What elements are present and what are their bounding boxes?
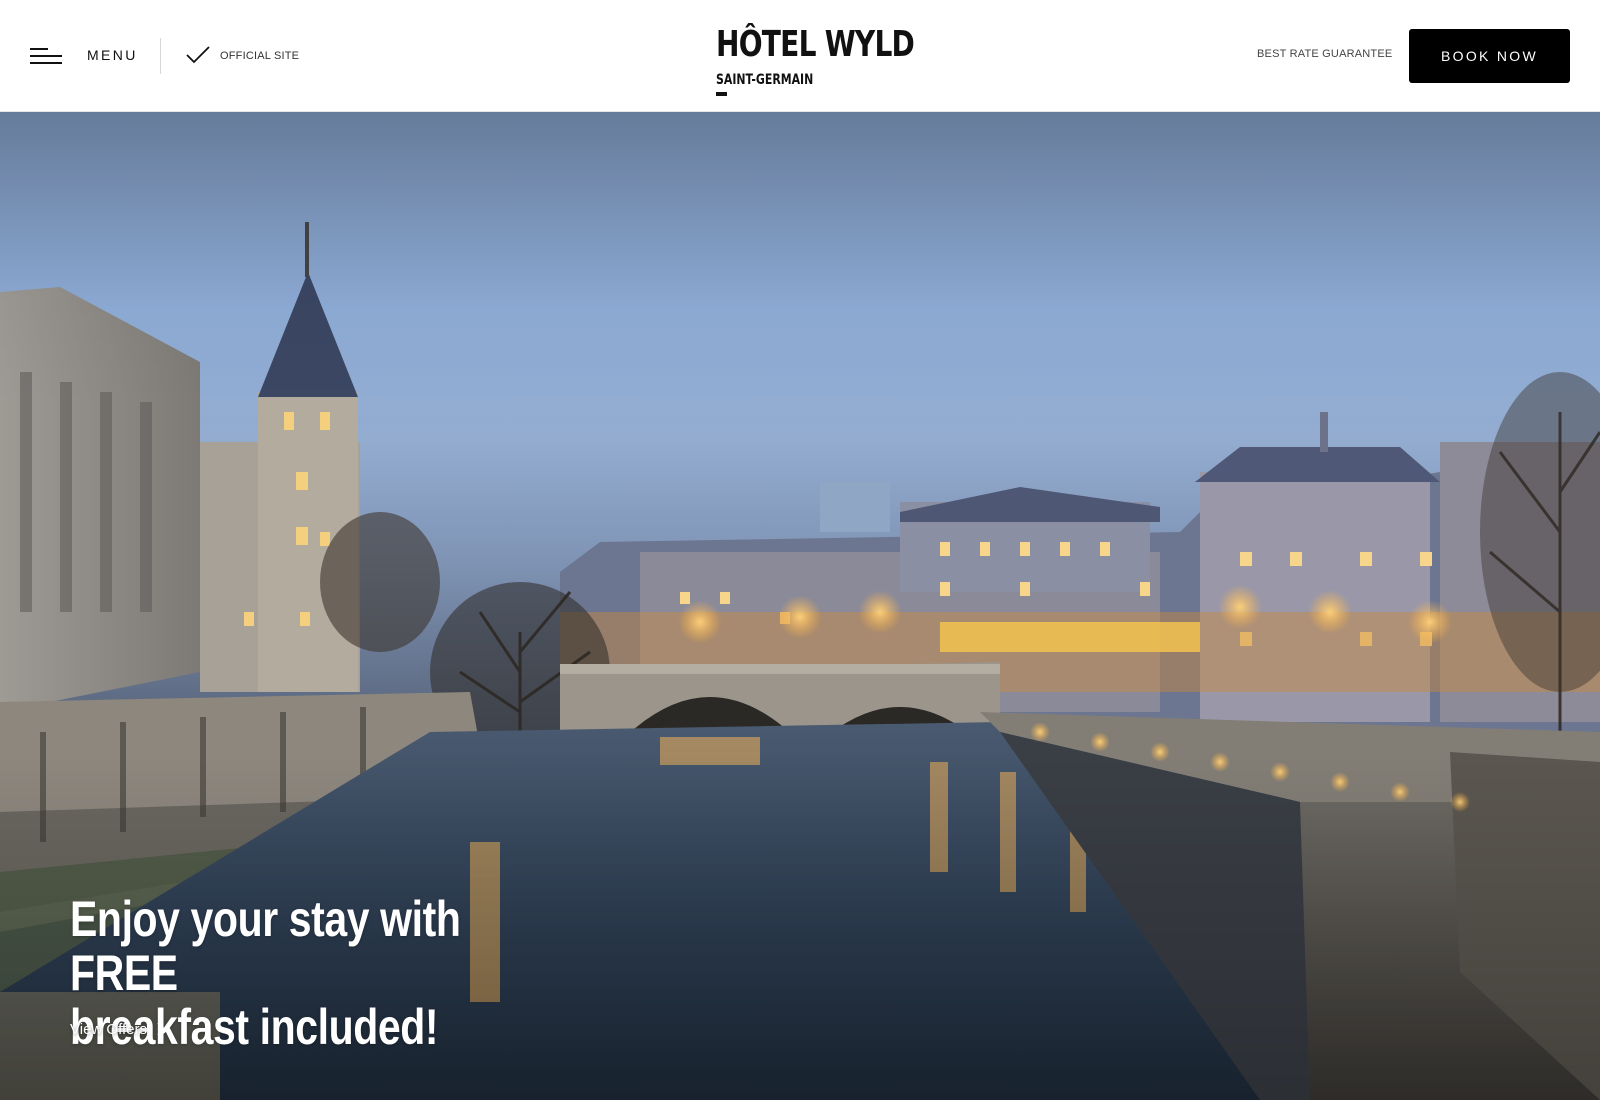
menu-label[interactable]: MENU [87,47,138,63]
chevron-right-icon[interactable] [155,1021,167,1037]
hotel-logo[interactable]: HÔTEL WYLD SAINT-GERMAIN [716,22,915,98]
view-offers-link[interactable]: View Offers [70,1018,167,1040]
menu-button[interactable]: MENU [30,38,142,72]
official-site-badge: OFFICIAL SITE [186,44,299,68]
best-rate-guarantee-link[interactable]: BEST RATE GUARANTEE [1257,48,1392,60]
hero-headline-line-1: Enjoy your stay with FREE [70,891,461,1001]
logo-sub-text[interactable]: SAINT-GERMAIN [716,72,813,88]
official-site-label: OFFICIAL SITE [220,50,300,62]
book-now-button[interactable]: BOOK NOW [1409,29,1570,83]
view-offers-label[interactable]: View Offers [70,1021,147,1038]
logo-main-text[interactable]: HÔTEL WYLD [716,24,915,65]
hamburger-icon[interactable] [30,43,62,67]
check-icon [186,46,210,64]
logo-underline-mark [716,92,727,96]
site-header: MENU OFFICIAL SITE HÔTEL WYLD SAINT-GERM… [0,0,1600,112]
hero-banner: Enjoy your stay with FREE breakfast incl… [0,112,1600,1100]
header-divider [160,38,161,74]
